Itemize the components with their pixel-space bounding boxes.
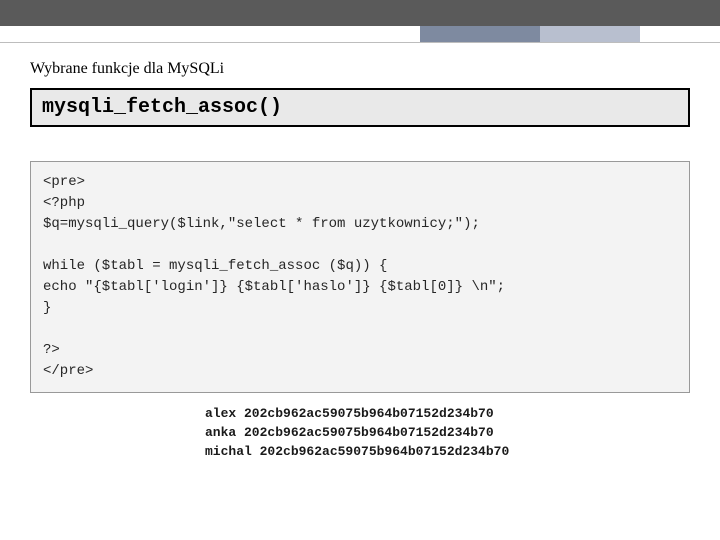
horizontal-rule	[0, 42, 720, 43]
decor-seg-2	[540, 26, 640, 42]
output-block: alex 202cb962ac59075b964b07152d234b70 an…	[205, 405, 690, 462]
decor-bar	[420, 26, 640, 42]
decor-seg-1	[420, 26, 540, 42]
slide-content: Wybrane funkcje dla MySQLi mysqli_fetch_…	[30, 60, 690, 462]
section-heading: Wybrane funkcje dla MySQLi	[30, 60, 690, 78]
code-block: <pre> <?php $q=mysqli_query($link,"selec…	[30, 161, 690, 393]
function-title: mysqli_fetch_assoc()	[30, 88, 690, 127]
top-bar	[0, 0, 720, 26]
